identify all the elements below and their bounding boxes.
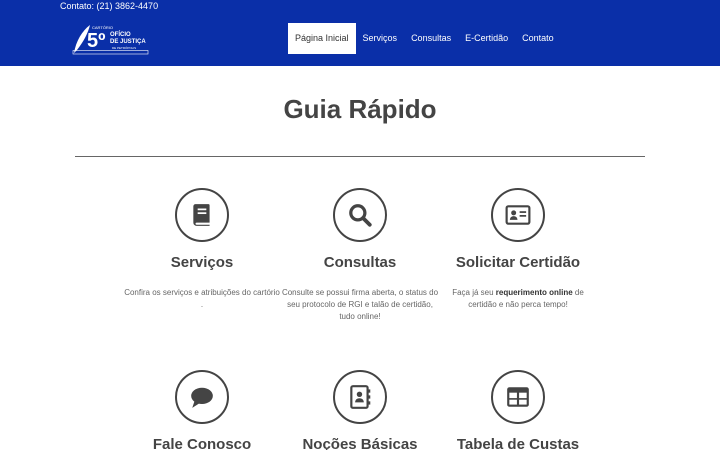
site-logo[interactable]: CARTÓRIO 5º OFÍCIO DE JUSTIÇA DE PETRÓPO…: [72, 23, 150, 55]
search-icon: [349, 204, 372, 227]
card-icon-circle[interactable]: [491, 188, 545, 242]
card-description: Consulte se possui firma aberta, o statu…: [281, 288, 439, 321]
table-icon: [507, 387, 529, 407]
logo-line4: DE PETRÓPOLIS: [112, 45, 136, 50]
card-title[interactable]: Noções Básicas: [280, 436, 440, 450]
nav-item-contact[interactable]: Contato: [515, 23, 561, 54]
title-divider: [75, 156, 645, 157]
nav-item-consultations[interactable]: Consultas: [404, 23, 458, 54]
logo-number: 5º: [87, 30, 105, 52]
card-services[interactable]: Serviços Confira os serviços e atribuiçõ…: [122, 188, 282, 311]
card-description: Confira os serviços e atribuições do car…: [124, 288, 280, 309]
nav-item-home[interactable]: Página Inicial: [288, 23, 356, 54]
card-request-certificate[interactable]: Solicitar Certidão Faça já seu requerime…: [438, 188, 598, 311]
address-book-icon: [350, 385, 371, 409]
nav-item-services[interactable]: Serviços: [356, 23, 405, 54]
card-icon-circle[interactable]: [333, 188, 387, 242]
card-icon-circle[interactable]: [333, 370, 387, 424]
main-nav: Página Inicial Serviços Consultas E-Cert…: [288, 23, 561, 54]
card-icon-circle[interactable]: [491, 370, 545, 424]
card-consultations[interactable]: Consultas Consulte se possui firma abert…: [280, 188, 440, 323]
card-description: Faça já seu requerimento online de certi…: [452, 288, 584, 309]
logo-line3: DE JUSTIÇA: [110, 39, 146, 45]
card-contact-us[interactable]: Fale Conosco: [122, 370, 282, 450]
contact-phone: Contato: (21) 3862-4470: [60, 1, 159, 11]
card-title[interactable]: Tabela de Custas: [438, 436, 598, 450]
card-fee-table[interactable]: Tabela de Custas: [438, 370, 598, 450]
card-title[interactable]: Serviços: [122, 254, 282, 271]
card-basic-notions[interactable]: Noções Básicas: [280, 370, 440, 450]
id-card-icon: [505, 205, 531, 225]
site-header: Contato: (21) 3862-4470 CARTÓRIO 5º OFÍC…: [0, 0, 720, 66]
page-title: Guia Rápido: [283, 94, 437, 124]
card-title[interactable]: Consultas: [280, 254, 440, 271]
card-title[interactable]: Solicitar Certidão: [438, 254, 598, 271]
card-title[interactable]: Fale Conosco: [122, 436, 282, 450]
logo-line2: OFÍCIO: [110, 30, 131, 38]
card-icon-circle[interactable]: [175, 370, 229, 424]
book-icon: [193, 204, 210, 226]
request-online-link[interactable]: requerimento online: [496, 288, 573, 297]
nav-item-e-certificate[interactable]: E-Certidão: [458, 23, 515, 54]
card-icon-circle[interactable]: [175, 188, 229, 242]
chat-bubble-icon: [191, 387, 213, 408]
